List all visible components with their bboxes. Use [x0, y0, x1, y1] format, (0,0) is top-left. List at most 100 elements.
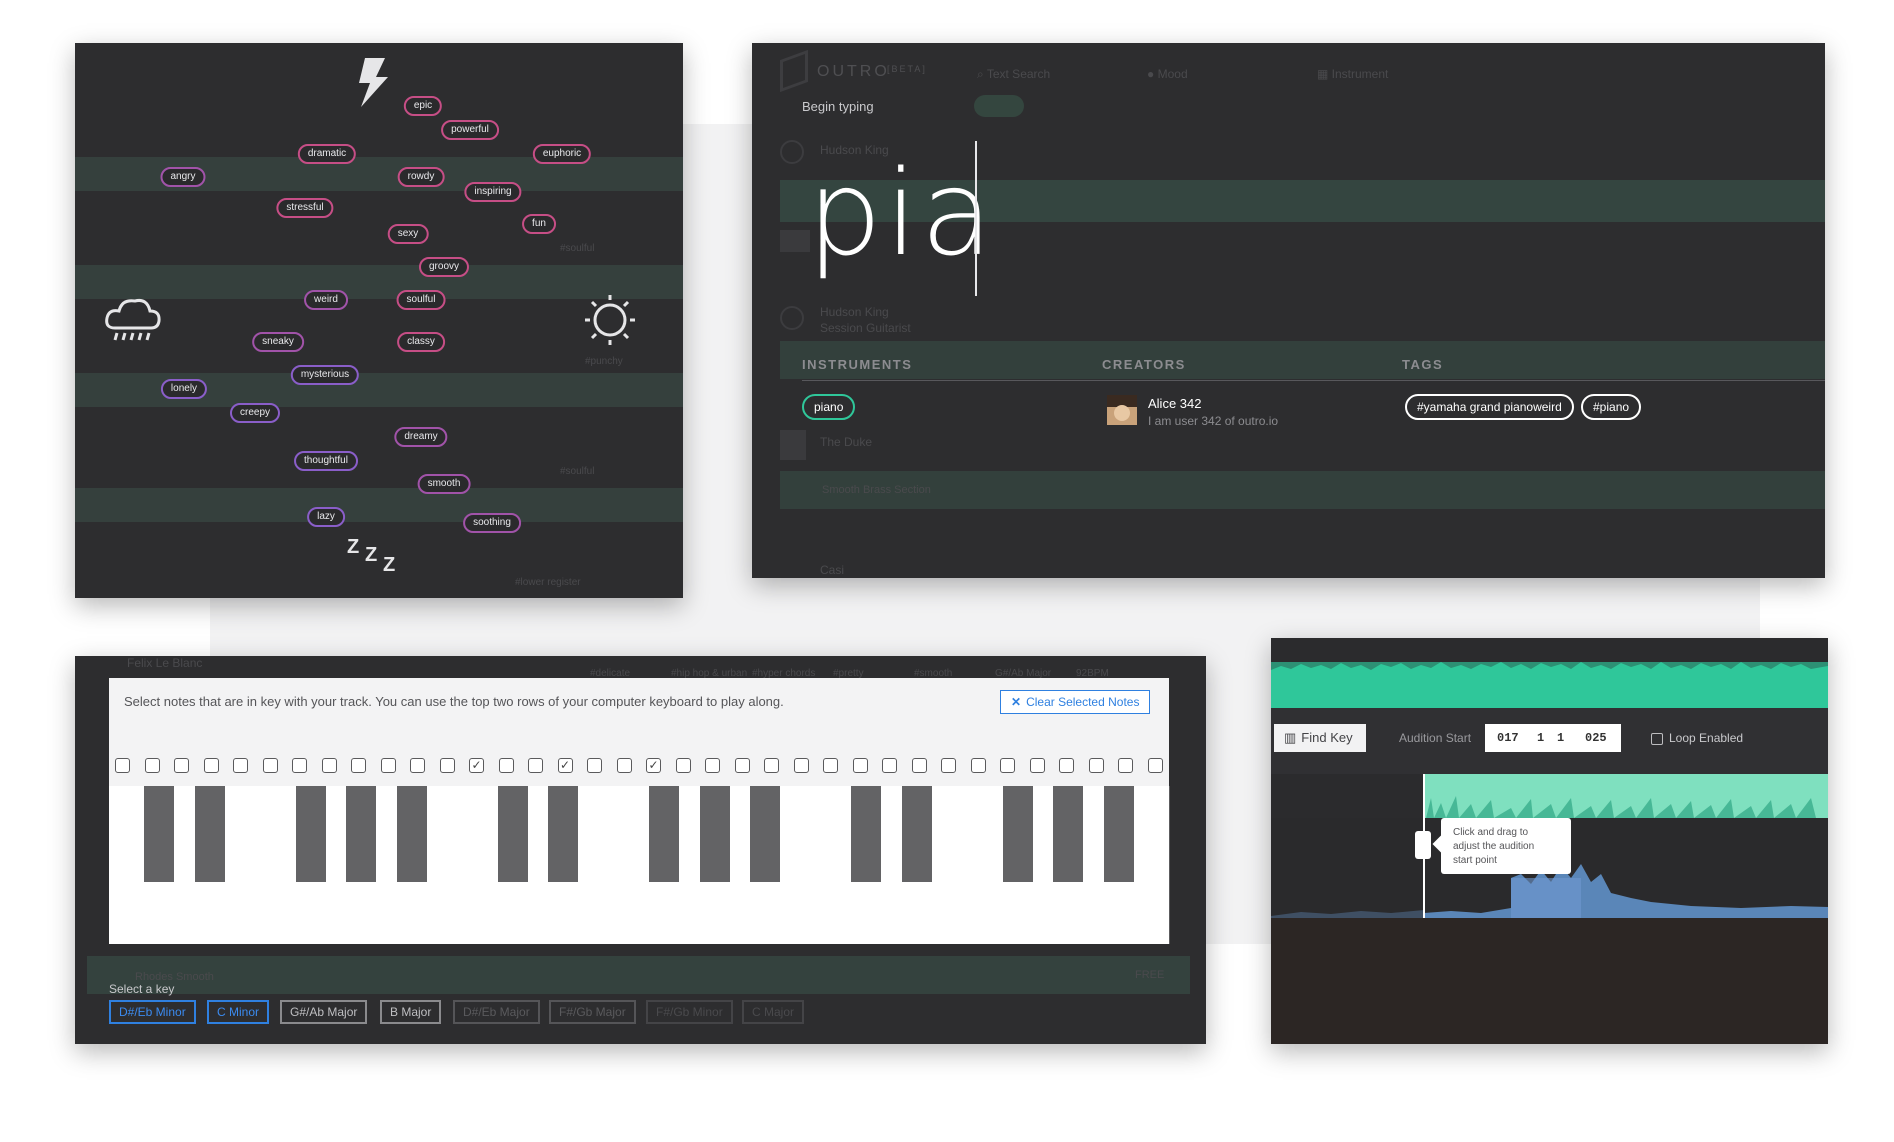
note-checkbox[interactable] — [705, 758, 720, 773]
black-key[interactable] — [750, 786, 781, 882]
note-checkbox[interactable] — [970, 758, 986, 773]
note-checkbox[interactable] — [1088, 758, 1104, 773]
black-key[interactable] — [649, 786, 680, 882]
note-checkbox[interactable] — [882, 758, 897, 773]
note-checkbox[interactable] — [351, 758, 366, 773]
mood-tag-rowdy[interactable]: rowdy — [397, 167, 445, 187]
note-checkbox[interactable] — [793, 758, 809, 773]
key-chip-b-major[interactable]: B Major — [380, 1000, 442, 1024]
mood-tag-lonely[interactable]: lonely — [160, 379, 208, 399]
mood-tag-soulful[interactable]: soulful — [396, 290, 446, 310]
note-checkbox[interactable] — [410, 758, 425, 773]
sixteenth-value[interactable]: 1 — [1557, 724, 1564, 752]
note-checkbox[interactable] — [734, 758, 750, 773]
mood-tag-dramatic[interactable]: dramatic — [297, 144, 357, 164]
note-checkbox[interactable] — [233, 758, 248, 773]
note-checkbox[interactable] — [852, 758, 868, 773]
audition-start-input[interactable]: 017 1 1 025 — [1485, 724, 1621, 752]
tag-result-piano[interactable]: #piano — [1581, 394, 1642, 420]
note-checkbox[interactable] — [262, 758, 278, 773]
note-checkbox[interactable] — [616, 758, 632, 773]
note-checkbox[interactable] — [675, 758, 691, 773]
tick-value[interactable]: 025 — [1585, 724, 1607, 752]
note-checkbox[interactable]: ✓ — [557, 758, 573, 773]
creator-name[interactable]: Alice 342 — [1148, 396, 1201, 411]
mood-tag-inspiring[interactable]: inspiring — [464, 182, 522, 202]
note-checkbox[interactable] — [292, 758, 307, 773]
black-key[interactable] — [1053, 786, 1084, 882]
black-key[interactable] — [1103, 786, 1134, 882]
key-chip-d-eb-major[interactable]: D#/Eb Major — [453, 1000, 540, 1024]
note-checkbox[interactable] — [498, 758, 514, 773]
black-key[interactable] — [295, 786, 326, 882]
black-key[interactable] — [699, 786, 730, 882]
key-chip-c-major[interactable]: C Major — [742, 1000, 805, 1024]
audition-start-handle[interactable] — [1415, 831, 1431, 859]
note-checkbox[interactable] — [1000, 758, 1015, 773]
mood-tag-lazy[interactable]: lazy — [307, 507, 345, 527]
mood-tag-sexy[interactable]: sexy — [387, 224, 429, 244]
note-checkbox[interactable] — [174, 758, 189, 773]
note-checkbox[interactable] — [115, 758, 130, 773]
black-key[interactable] — [548, 786, 579, 882]
note-checkbox[interactable] — [203, 758, 219, 773]
note-checkbox[interactable]: ✓ — [469, 758, 484, 773]
nav-text-search[interactable]: ⌕ Text Search — [977, 67, 1050, 82]
mood-tag-weird[interactable]: weird — [304, 290, 348, 310]
mood-tag-euphoric[interactable]: euphoric — [532, 144, 592, 164]
key-chip-d-eb-minor[interactable]: D#/Eb Minor — [109, 1000, 196, 1024]
nav-instrument[interactable]: ▦ Instrument — [1317, 67, 1388, 81]
key-chip-f-gb-major[interactable]: F#/Gb Major — [549, 1000, 636, 1024]
note-checkbox[interactable] — [911, 758, 927, 773]
key-chip-c-minor[interactable]: C Minor — [207, 1000, 270, 1024]
instrument-result-piano[interactable]: piano — [802, 394, 856, 420]
mood-tag-smooth[interactable]: smooth — [417, 474, 471, 494]
mood-tag-soothing[interactable]: soothing — [463, 513, 521, 533]
black-key[interactable] — [901, 786, 932, 882]
note-checkbox[interactable] — [1029, 758, 1045, 773]
note-checkbox[interactable] — [321, 758, 337, 773]
mood-tag-groovy[interactable]: groovy — [418, 257, 470, 277]
note-checkbox[interactable] — [439, 758, 455, 773]
beat-value[interactable]: 1 — [1537, 724, 1544, 752]
mood-tag-epic[interactable]: epic — [403, 96, 443, 116]
note-checkbox[interactable] — [528, 758, 543, 773]
key-chip-g-ab-major[interactable]: G#/Ab Major — [280, 1000, 368, 1024]
mood-tag-thoughtful[interactable]: thoughtful — [294, 451, 358, 471]
note-checkbox[interactable] — [941, 758, 956, 773]
mood-tag-stressful[interactable]: stressful — [276, 198, 334, 218]
key-chip-f-gb-minor[interactable]: F#/Gb Minor — [646, 1000, 733, 1024]
nav-mood[interactable]: ● Mood — [1147, 67, 1188, 81]
tag-result-yamaha[interactable]: #yamaha grand pianoweird — [1405, 394, 1574, 420]
loop-checkbox[interactable] — [1651, 733, 1663, 745]
creator-avatar[interactable] — [1107, 395, 1137, 425]
black-key[interactable] — [1002, 786, 1033, 882]
mood-tag-powerful[interactable]: powerful — [441, 120, 499, 140]
clear-selected-notes-button[interactable]: ✕ Clear Selected Notes — [1000, 690, 1151, 714]
note-checkbox[interactable] — [764, 758, 779, 773]
note-checkbox[interactable] — [144, 758, 160, 773]
note-checkbox[interactable]: ✓ — [646, 758, 661, 773]
note-checkbox[interactable] — [1118, 758, 1133, 773]
black-key[interactable] — [346, 786, 377, 882]
search-query-text[interactable]: pia — [807, 143, 996, 283]
note-checkbox[interactable] — [823, 758, 838, 773]
black-key[interactable] — [396, 786, 427, 882]
note-checkbox[interactable] — [1147, 758, 1163, 773]
mood-tag-creepy[interactable]: creepy — [229, 403, 281, 423]
find-key-button[interactable]: ▥ Find Key — [1274, 724, 1366, 752]
note-checkbox[interactable] — [587, 758, 602, 773]
mood-tag-dreamy[interactable]: dreamy — [394, 427, 448, 447]
note-checkbox[interactable] — [1059, 758, 1074, 773]
bar-value[interactable]: 017 — [1497, 724, 1519, 752]
search-toggle[interactable] — [974, 95, 1024, 117]
black-key[interactable] — [497, 786, 528, 882]
black-key[interactable] — [194, 786, 225, 882]
mood-tag-mysterious[interactable]: mysterious — [290, 365, 360, 385]
mood-tag-sneaky[interactable]: sneaky — [252, 332, 304, 352]
mood-tag-angry[interactable]: angry — [160, 167, 206, 187]
black-key[interactable] — [144, 786, 175, 882]
mood-tag-fun[interactable]: fun — [522, 214, 556, 234]
note-checkbox[interactable] — [380, 758, 396, 773]
mood-tag-classy[interactable]: classy — [397, 332, 445, 352]
